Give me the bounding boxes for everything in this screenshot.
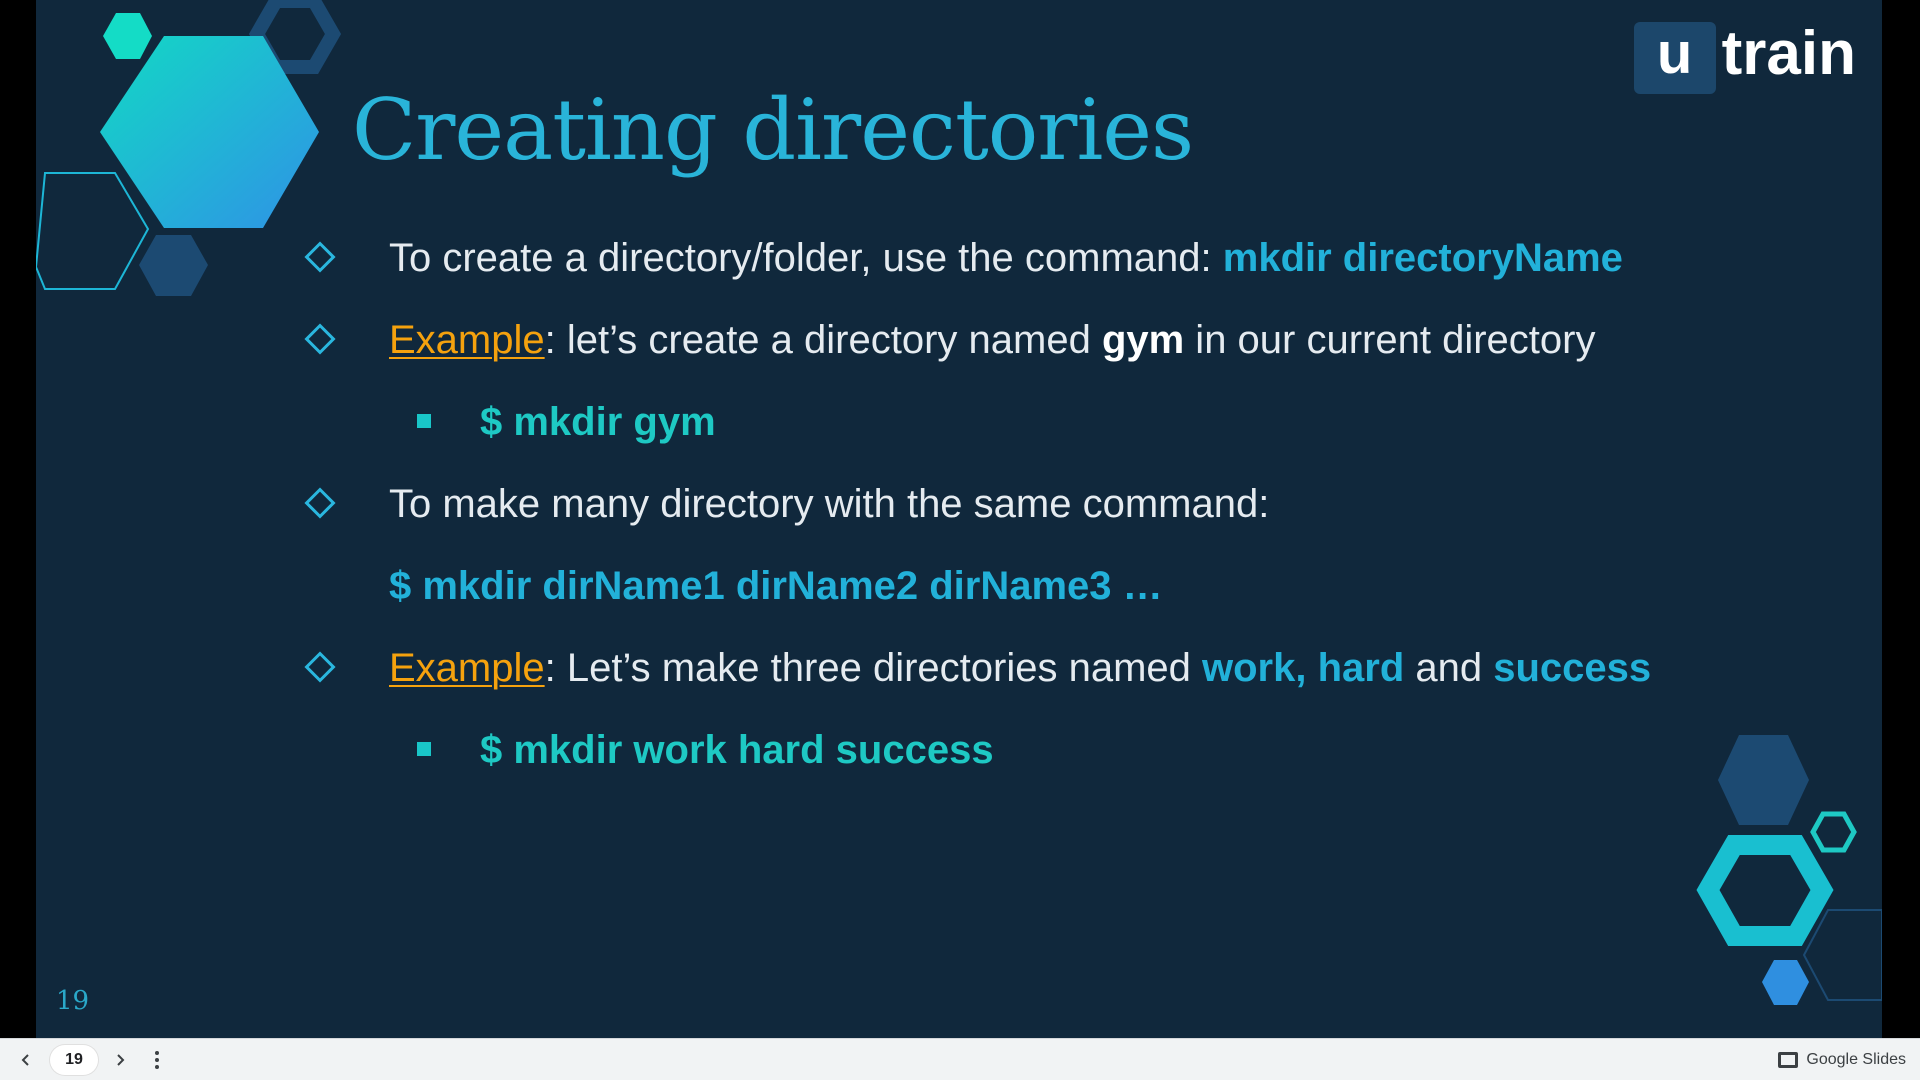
bullet-line-1: To create a directory/folder, use the co… [389, 238, 1623, 278]
bullet-4-highlight-2: success [1493, 646, 1652, 690]
bullet-2-text-b: in our current directory [1184, 318, 1596, 362]
presentation-toolbar: 19 Google Slides [0, 1038, 1920, 1080]
bullet-1-text: To create a directory/folder, use the co… [389, 236, 1223, 280]
diamond-bullet-icon [304, 487, 336, 519]
brand-label: Google Slides [1806, 1051, 1906, 1068]
bullet-4-highlight-1: work, hard [1202, 646, 1405, 690]
chevron-right-icon [117, 1054, 125, 1066]
bullet-line-4: Example: Let’s make three directories na… [389, 648, 1651, 688]
sub-bullet-1-command: $ mkdir gym [480, 400, 716, 444]
bullet-4-text-b: and [1404, 646, 1494, 690]
slides-icon [1778, 1052, 1799, 1068]
diamond-bullet-icon [304, 651, 336, 683]
square-bullet-icon [417, 414, 431, 428]
bullet-4-text-a: : Let’s make three directories named [544, 646, 1202, 690]
chevron-left-icon [21, 1054, 29, 1066]
previous-slide-button[interactable] [10, 1039, 42, 1080]
bullet-2-bold: gym [1101, 318, 1185, 362]
next-slide-button[interactable] [104, 1039, 136, 1080]
page-number-field[interactable]: 19 [50, 1045, 98, 1075]
square-bullet-icon [417, 742, 431, 756]
slide-title: Creating directories [352, 81, 1194, 179]
more-vert-icon [155, 1051, 159, 1069]
slide: u train Creating directories To create a… [36, 0, 1882, 1038]
diamond-bullet-icon [304, 323, 336, 355]
google-slides-link[interactable]: Google Slides [1778, 1039, 1906, 1080]
bullet-2-text-a: : let’s create a directory named [544, 318, 1102, 362]
bullet-3-command: $ mkdir dirName1 dirName2 dirName3 … [389, 564, 1163, 608]
utrain-logo: u train [1633, 19, 1856, 94]
more-options-button[interactable] [142, 1039, 172, 1080]
sub-bullet-2-command: $ mkdir work hard success [480, 728, 994, 772]
bullet-1-command: mkdir directoryName [1222, 236, 1623, 280]
bullet-line-3: To make many directory with the same com… [389, 482, 1270, 526]
slide-number: 19 [56, 986, 90, 1016]
logo-u-mark: u [1633, 22, 1716, 94]
example-label: Example [389, 318, 545, 362]
bullet-line-2: Example: let’s create a directory named … [389, 320, 1595, 360]
logo-wordmark: train [1721, 19, 1856, 88]
example-label: Example [389, 646, 545, 690]
